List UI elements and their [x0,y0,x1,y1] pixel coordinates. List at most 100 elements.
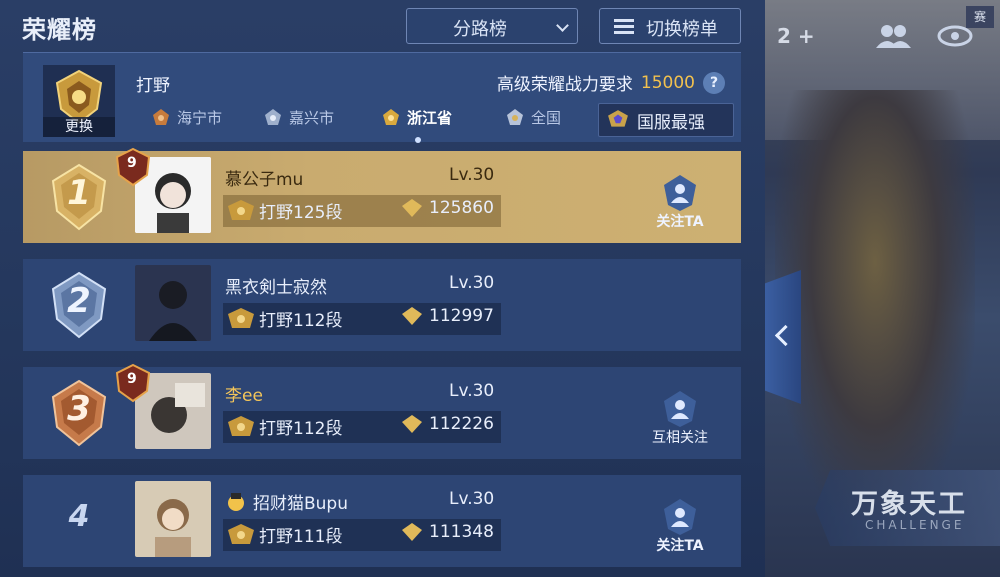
follow-icon [664,499,696,535]
ranking-row-1[interactable]: 1 9 慕公子mu Lv.30 打野125段 125860 关注TA [23,147,741,243]
rank-number: 4 [68,499,90,534]
segment: 打野112段 [227,306,342,331]
ranking-row-2[interactable]: 2 黑衣剣士寂然 Lv.30 打野112段 112997 [23,259,741,351]
collapse-panel-button[interactable] [765,270,801,404]
friends-icon[interactable] [873,22,913,50]
follow-label: 关注TA [656,214,704,230]
segment-crest-icon [228,199,254,220]
ranking-row-3[interactable]: 3 9 李ee Lv.30 打野112段 112226 互相关注 [23,363,741,459]
tab-label: 嘉兴市 [289,109,335,127]
tab-label: 国服最强 [637,112,705,133]
segment-label: 打野111段 [259,527,343,547]
hero-figure [775,90,975,520]
page-title: 荣耀榜 [22,16,97,44]
ranking-type-value: 分路榜 [453,19,507,40]
level-badge-number: 9 [127,371,137,387]
avatar[interactable] [135,481,211,557]
rank-number: 2 [67,281,91,321]
chevron-down-icon [556,19,569,32]
power-icon [402,415,422,433]
power: 112997 [401,306,494,326]
avatar-image [135,481,211,557]
player-stats: 打野112段 112226 [223,411,501,443]
hero-background-panel: 2 + 赛 万象天工 CHALLENGE [765,0,1000,577]
avatar-image [135,265,211,341]
role-header-card: 更换 打野 高级荣耀战力要求 15000 ? 海宁市 嘉兴市 浙江省 全国 国服… [23,52,741,143]
platinum-region-icon [507,108,523,125]
role-name: 打野 [136,76,170,96]
segment: 打野112段 [227,414,342,439]
tab-label: 全国 [531,109,562,127]
ranking-type-select[interactable]: 分路榜 [406,8,578,44]
banner-subtitle: CHALLENGE [865,518,965,532]
tab-label: 浙江省 [407,109,453,127]
event-banner[interactable]: 万象天工 CHALLENGE [815,470,1000,546]
segment-label: 打野112段 [259,311,343,331]
friend-count: 2 [777,24,791,48]
player-level: Lv.30 [449,381,495,401]
player-stats: 打野112段 112997 [223,303,501,335]
power: 111348 [401,522,494,542]
player-name: 李ee [225,386,263,406]
bronze-region-icon [153,108,169,125]
tab-zhejiang[interactable]: 浙江省 [381,107,452,128]
silver-region-icon [265,108,281,125]
ranking-row-4[interactable]: 4 招财猫Bupu Lv.30 打野111段 111348 关注TA [23,475,741,567]
switch-ranking-button[interactable]: 切换榜单 [599,8,741,44]
top-bar: 荣耀榜 分路榜 切换榜单 [0,0,765,50]
power-icon [402,307,422,325]
power-icon [402,523,422,541]
player-level: Lv.30 [449,489,495,509]
tab-national[interactable]: 全国 [505,107,561,128]
tab-server-best[interactable]: 国服最强 [598,103,734,137]
crown-crest-icon [608,110,628,127]
gold-region-icon [383,108,399,125]
segment-crest-icon [228,523,254,544]
player-name: 慕公子mu [225,170,304,190]
active-tab-indicator [415,137,421,143]
segment-crest-icon [228,307,254,328]
power-icon [402,199,422,217]
segment-label: 打野112段 [259,419,343,439]
player-name: 招财猫Bupu [225,489,348,514]
list-icon [614,19,634,35]
player-name: 黑衣剣士寂然 [225,278,327,298]
tab-haining[interactable]: 海宁市 [151,107,222,128]
level-badge-number: 9 [127,155,137,171]
power-value: 111348 [429,522,494,542]
requirement-label: 高级荣耀战力要求 [496,75,633,95]
power-value: 125860 [429,198,494,218]
segment-label: 打野125段 [259,203,343,223]
season-tag[interactable]: 赛 [966,6,994,28]
power: 125860 [401,198,494,218]
power-requirement: 高级荣耀战力要求 15000 ? [497,70,725,95]
power: 112226 [401,414,494,434]
player-stats: 打野125段 125860 [223,195,501,227]
rank-number: 3 [67,389,91,429]
follow-button[interactable]: 关注TA [635,497,725,555]
segment: 打野111段 [227,522,342,547]
switch-ranking-label: 切换榜单 [646,19,718,40]
player-level: Lv.30 [449,273,495,293]
tab-jiaxing[interactable]: 嘉兴市 [263,107,334,128]
tab-label: 海宁市 [177,109,223,127]
ranking-panel: 荣耀榜 分路榜 切换榜单 更换 打野 高级荣耀战力要求 15000 ? 海宁市 … [0,0,765,577]
player-name-text: 招财猫Bupu [253,494,349,514]
cat-mascot-icon [228,492,244,511]
player-level: Lv.30 [449,165,495,185]
segment: 打野125段 [227,198,342,223]
segment-crest-icon [228,415,254,436]
add-friend-button[interactable]: 2 + [777,24,815,48]
follow-icon [664,175,696,211]
follow-label: 关注TA [656,538,704,554]
help-icon[interactable]: ? [703,71,725,94]
follow-icon [664,391,696,427]
follow-button[interactable]: 关注TA [635,173,725,231]
power-value: 112226 [429,414,494,434]
rank-number: 1 [67,173,91,213]
banner-title: 万象天工 [851,489,967,520]
avatar[interactable] [135,265,211,341]
mutual-follow-button[interactable]: 互相关注 [635,389,725,447]
requirement-value: 15000 [640,72,695,93]
power-value: 112997 [429,306,494,326]
